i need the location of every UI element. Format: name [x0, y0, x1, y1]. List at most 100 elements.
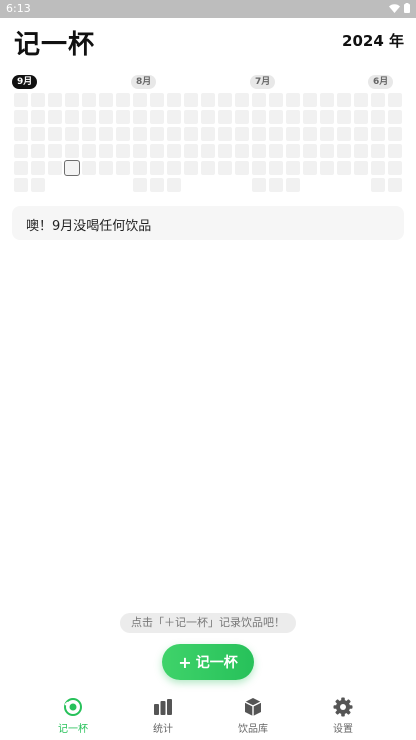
heatmap-cell[interactable] — [31, 178, 45, 192]
heatmap-cell[interactable] — [337, 93, 351, 107]
heatmap-cell[interactable] — [14, 178, 28, 192]
heatmap-cell[interactable] — [252, 93, 266, 107]
add-drink-button[interactable]: + 记一杯 — [162, 644, 254, 680]
heatmap-cell[interactable] — [167, 178, 181, 192]
heatmap-cell[interactable] — [252, 178, 266, 192]
heatmap-cell[interactable] — [167, 127, 181, 141]
heatmap-cell[interactable] — [201, 110, 215, 124]
heatmap-cell[interactable] — [252, 161, 266, 175]
heatmap-cell[interactable] — [48, 110, 62, 124]
heatmap-cell[interactable] — [133, 110, 147, 124]
heatmap-cell[interactable] — [388, 93, 402, 107]
heatmap-cell[interactable] — [99, 161, 113, 175]
heatmap-cell[interactable] — [31, 110, 45, 124]
heatmap-cell[interactable] — [337, 110, 351, 124]
heatmap-cell[interactable] — [116, 144, 130, 158]
heatmap-cell[interactable] — [150, 178, 164, 192]
heatmap-cell[interactable] — [65, 110, 79, 124]
heatmap-cell[interactable] — [150, 161, 164, 175]
heatmap-cell[interactable] — [218, 110, 232, 124]
heatmap-cell[interactable] — [371, 110, 385, 124]
heatmap-cell[interactable] — [252, 144, 266, 158]
heatmap-cell[interactable] — [150, 127, 164, 141]
heatmap-cell[interactable] — [269, 110, 283, 124]
heatmap-cell[interactable] — [286, 178, 300, 192]
heatmap-cell[interactable] — [286, 110, 300, 124]
heatmap-cell[interactable] — [201, 161, 215, 175]
tab-stats[interactable]: 统计 — [128, 697, 198, 737]
heatmap-cell[interactable] — [48, 93, 62, 107]
heatmap-cell[interactable] — [235, 110, 249, 124]
heatmap-cell[interactable] — [116, 110, 130, 124]
heatmap-cell[interactable] — [201, 127, 215, 141]
heatmap-cell[interactable] — [167, 93, 181, 107]
heatmap-cell[interactable] — [184, 144, 198, 158]
heatmap-cell[interactable] — [184, 161, 198, 175]
heatmap-cell-today[interactable] — [64, 160, 80, 176]
heatmap-cell[interactable] — [167, 161, 181, 175]
heatmap-cell[interactable] — [286, 161, 300, 175]
heatmap-cell[interactable] — [218, 127, 232, 141]
heatmap-cell[interactable] — [14, 144, 28, 158]
heatmap-cell[interactable] — [388, 127, 402, 141]
heatmap-cell[interactable] — [82, 127, 96, 141]
heatmap-cell[interactable] — [371, 178, 385, 192]
heatmap-cell[interactable] — [371, 144, 385, 158]
heatmap-cell[interactable] — [354, 110, 368, 124]
heatmap-cell[interactable] — [235, 127, 249, 141]
heatmap-cell[interactable] — [14, 110, 28, 124]
heatmap-cell[interactable] — [269, 178, 283, 192]
heatmap-cell[interactable] — [337, 127, 351, 141]
heatmap-cell[interactable] — [31, 161, 45, 175]
heatmap-cell[interactable] — [286, 93, 300, 107]
heatmap-cell[interactable] — [269, 144, 283, 158]
heatmap-cell[interactable] — [184, 93, 198, 107]
heatmap-cell[interactable] — [133, 127, 147, 141]
heatmap-cell[interactable] — [320, 110, 334, 124]
heatmap-cell[interactable] — [99, 144, 113, 158]
heatmap-cell[interactable] — [14, 161, 28, 175]
heatmap-cell[interactable] — [388, 144, 402, 158]
heatmap-cell[interactable] — [371, 161, 385, 175]
heatmap-cell[interactable] — [371, 93, 385, 107]
heatmap-cell[interactable] — [320, 127, 334, 141]
heatmap-cell[interactable] — [65, 144, 79, 158]
heatmap-cell[interactable] — [48, 127, 62, 141]
heatmap-cell[interactable] — [320, 144, 334, 158]
heatmap-cell[interactable] — [99, 93, 113, 107]
heatmap-cell[interactable] — [150, 144, 164, 158]
heatmap-cell[interactable] — [218, 144, 232, 158]
heatmap-cell[interactable] — [184, 110, 198, 124]
heatmap-cell[interactable] — [116, 161, 130, 175]
heatmap-cell[interactable] — [82, 144, 96, 158]
heatmap-cell[interactable] — [150, 93, 164, 107]
heatmap-cell[interactable] — [82, 93, 96, 107]
heatmap-cell[interactable] — [14, 127, 28, 141]
heatmap-cell[interactable] — [303, 127, 317, 141]
heatmap-cell[interactable] — [371, 127, 385, 141]
heatmap-cell[interactable] — [65, 93, 79, 107]
heatmap-cell[interactable] — [167, 144, 181, 158]
heatmap-cell[interactable] — [99, 110, 113, 124]
heatmap-cell[interactable] — [218, 93, 232, 107]
heatmap-cell[interactable] — [133, 178, 147, 192]
heatmap-cell[interactable] — [320, 161, 334, 175]
heatmap-cell[interactable] — [303, 144, 317, 158]
heatmap-cell[interactable] — [116, 93, 130, 107]
heatmap-cell[interactable] — [82, 161, 96, 175]
heatmap-cell[interactable] — [48, 144, 62, 158]
heatmap-cell[interactable] — [269, 127, 283, 141]
heatmap-cell[interactable] — [337, 161, 351, 175]
heatmap-cell[interactable] — [133, 144, 147, 158]
heatmap-cell[interactable] — [252, 110, 266, 124]
heatmap-cell[interactable] — [269, 93, 283, 107]
heatmap-cell[interactable] — [354, 93, 368, 107]
heatmap-cell[interactable] — [167, 110, 181, 124]
heatmap-cell[interactable] — [354, 161, 368, 175]
heatmap-cell[interactable] — [31, 93, 45, 107]
heatmap-cell[interactable] — [150, 110, 164, 124]
heatmap-cell[interactable] — [252, 127, 266, 141]
heatmap-cell[interactable] — [201, 144, 215, 158]
heatmap-cell[interactable] — [286, 127, 300, 141]
heatmap-cell[interactable] — [286, 144, 300, 158]
